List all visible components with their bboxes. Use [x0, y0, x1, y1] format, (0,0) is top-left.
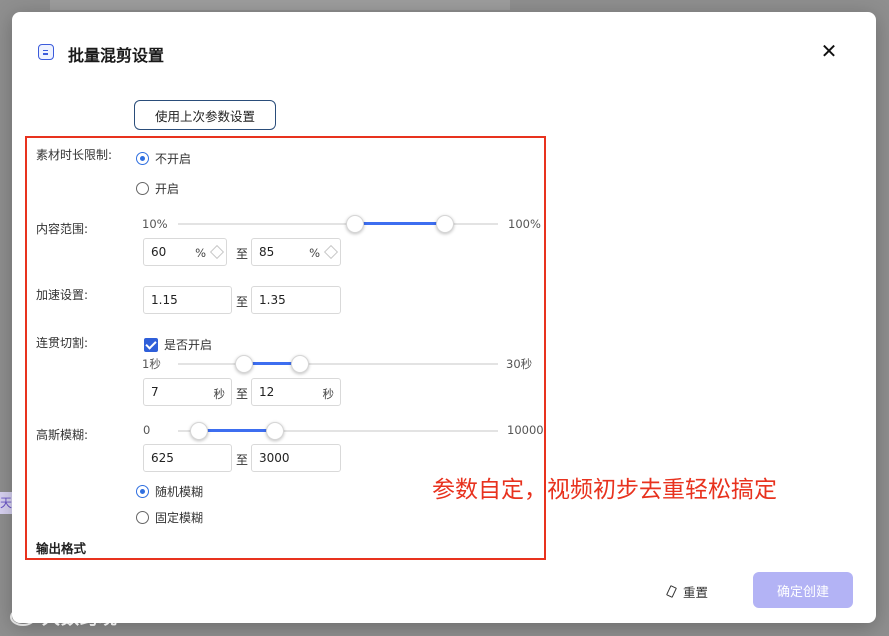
coherent-cut-track[interactable] [178, 363, 498, 365]
speed-from-input[interactable]: 1.15 [143, 286, 232, 314]
watermark: 大数跨境 [10, 604, 118, 630]
range-separator: 至 [236, 387, 249, 401]
gaussian-blur-fill [199, 429, 275, 432]
coherent-cut-checkbox[interactable]: 是否开启 [144, 336, 212, 353]
material-duration-label: 素材时长限制: [36, 148, 113, 162]
output-format-heading: 输出格式 [36, 541, 87, 556]
content-range-min: 10% [142, 217, 168, 231]
coherent-cut-label: 连贯切割: [36, 336, 89, 350]
checkbox-checked-icon[interactable] [144, 337, 158, 352]
dialog-title: 批量混剪设置 [68, 46, 165, 65]
background-toolbar [50, 0, 510, 10]
coherent-cut-to-input[interactable]: 12 秒 [251, 378, 341, 406]
content-range-max: 100% [508, 217, 541, 231]
list-doc-icon [38, 44, 54, 60]
radio-material-on[interactable]: 开启 [136, 180, 179, 197]
spinner-icon[interactable] [323, 244, 339, 260]
range-separator: 至 [236, 247, 249, 261]
coherent-cut-thumb-end[interactable] [291, 355, 309, 373]
content-range-thumb-start[interactable] [346, 215, 364, 233]
watermark-text: 大数跨境 [42, 608, 118, 629]
content-range-thumb-end[interactable] [436, 215, 454, 233]
speed-to-input[interactable]: 1.35 [251, 286, 341, 314]
coherent-cut-from-input[interactable]: 7 秒 [143, 378, 232, 406]
gaussian-blur-thumb-end[interactable] [266, 422, 284, 440]
gaussian-blur-to-input[interactable]: 3000 [251, 444, 341, 472]
gaussian-blur-min: 0 [143, 423, 151, 437]
gaussian-blur-from-input[interactable]: 625 [143, 444, 232, 472]
gaussian-blur-max: 10000 [507, 423, 544, 437]
radio-unselected-icon[interactable] [136, 182, 149, 195]
coherent-cut-max: 30秒 [506, 357, 533, 371]
radio-unselected-icon[interactable] [136, 511, 149, 524]
gaussian-blur-label: 高斯模糊: [36, 428, 89, 442]
content-range-from-input[interactable]: 60 % [143, 238, 227, 266]
confirm-create-button[interactable]: 确定创建 [753, 572, 853, 608]
eraser-icon [666, 585, 677, 598]
coherent-cut-min: 1秒 [142, 357, 161, 371]
range-separator: 至 [236, 295, 249, 309]
content-range-fill [355, 222, 445, 225]
radio-fixed-blur[interactable]: 固定模糊 [136, 509, 203, 526]
spinner-icon[interactable] [209, 244, 225, 260]
close-icon[interactable]: ✕ [818, 40, 840, 62]
range-separator: 至 [236, 453, 249, 467]
reset-button[interactable]: 重置 [666, 582, 709, 601]
radio-random-blur[interactable]: 随机模糊 [136, 483, 203, 500]
use-last-params-button[interactable]: 使用上次参数设置 [134, 100, 276, 130]
radio-selected-icon[interactable] [136, 485, 149, 498]
batch-remix-dialog: 批量混剪设置 ✕ 使用上次参数设置 素材时长限制: 不开启 开启 内容范围: 1… [12, 12, 876, 623]
radio-selected-icon[interactable] [136, 152, 149, 165]
radio-label: 开启 [155, 182, 180, 196]
reset-label: 重置 [683, 585, 709, 600]
watermark-logo-icon [10, 608, 36, 626]
radio-material-off[interactable]: 不开启 [136, 150, 191, 167]
radio-label: 不开启 [155, 152, 192, 166]
coherent-cut-thumb-start[interactable] [235, 355, 253, 373]
speed-label: 加速设置: [36, 288, 89, 302]
checkbox-label: 是否开启 [164, 338, 213, 352]
radio-label: 随机模糊 [155, 485, 204, 499]
background-partial-text: 天 [0, 492, 12, 514]
content-range-to-input[interactable]: 85 % [251, 238, 341, 266]
content-range-label: 内容范围: [36, 222, 89, 236]
radio-label: 固定模糊 [155, 511, 204, 525]
gaussian-blur-thumb-start[interactable] [190, 422, 208, 440]
annotation-text: 参数自定，视频初步去重轻松搞定 [432, 477, 777, 503]
